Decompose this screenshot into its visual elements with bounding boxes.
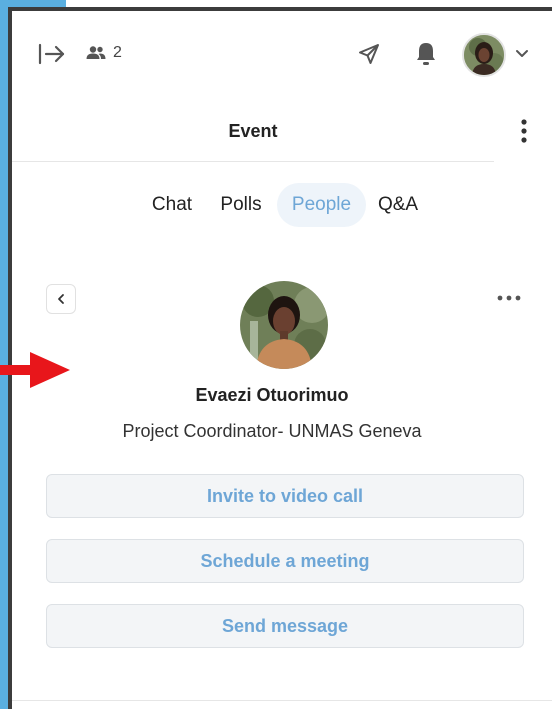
- user-avatar[interactable]: [462, 33, 506, 77]
- bottom-divider: [12, 700, 552, 701]
- kebab-menu-icon[interactable]: [519, 118, 529, 144]
- profile-role: Project Coordinator- UNMAS Geneva: [122, 421, 422, 441]
- people-icon: [86, 46, 106, 59]
- tab-qa[interactable]: Q&A: [372, 183, 424, 227]
- profile-name: Evaezi Otuorimuo: [195, 385, 349, 405]
- participant-count-text: 2: [113, 44, 122, 61]
- schedule-meeting-button[interactable]: Schedule a meeting: [46, 539, 524, 583]
- profile-photo: [240, 281, 328, 369]
- exit-icon[interactable]: [38, 43, 66, 65]
- chevron-down-icon[interactable]: [515, 49, 529, 59]
- avatar-photo: [464, 35, 504, 75]
- red-arrow-icon: [0, 352, 70, 388]
- tab-bar: Chat Polls People Q&A: [12, 183, 552, 229]
- tab-polls[interactable]: Polls: [210, 183, 272, 227]
- top-bar: 2: [12, 11, 552, 97]
- send-message-button[interactable]: Send message: [46, 604, 524, 648]
- tab-chat[interactable]: Chat: [138, 183, 206, 227]
- participant-count[interactable]: 2: [86, 44, 122, 62]
- more-horizontal-icon[interactable]: [496, 294, 522, 302]
- bell-icon[interactable]: [415, 41, 437, 67]
- event-side-panel: 2 Event Chat Polls People Q&A Evaezi Otu…: [12, 11, 552, 709]
- invite-to-video-call-button[interactable]: Invite to video call: [46, 474, 524, 518]
- back-button[interactable]: [46, 284, 76, 314]
- event-title: Event: [228, 121, 278, 141]
- chevron-left-icon: [58, 294, 64, 304]
- tab-people[interactable]: People: [277, 183, 366, 227]
- profile-avatar: [240, 281, 328, 369]
- top-edge-strip: [0, 0, 66, 7]
- send-icon[interactable]: [357, 42, 381, 66]
